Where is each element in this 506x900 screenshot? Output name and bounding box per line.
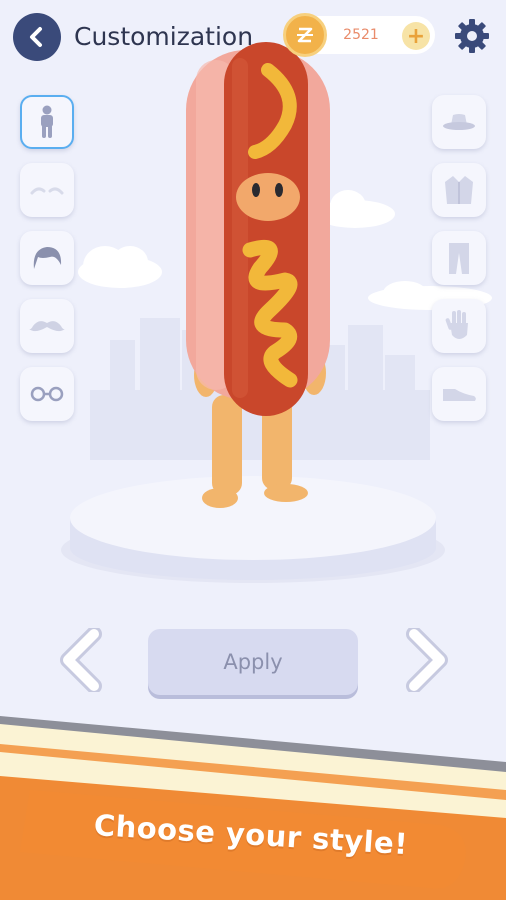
slot-hat[interactable] bbox=[432, 95, 486, 149]
next-style-button[interactable] bbox=[400, 626, 450, 694]
back-button[interactable] bbox=[13, 13, 61, 61]
slot-glasses[interactable] bbox=[20, 367, 74, 421]
prev-style-button[interactable] bbox=[58, 626, 108, 694]
chevron-left-icon bbox=[30, 27, 42, 47]
slot-hair[interactable] bbox=[20, 231, 74, 285]
page-title: Customization bbox=[74, 22, 254, 51]
face bbox=[236, 173, 300, 221]
coin-icon bbox=[283, 13, 327, 57]
slot-mustache[interactable] bbox=[20, 299, 74, 353]
apply-button[interactable]: Apply bbox=[148, 629, 358, 695]
pants-icon bbox=[449, 243, 469, 274]
chevron-left-icon bbox=[60, 626, 102, 694]
shoe-icon bbox=[443, 389, 476, 401]
mustache-icon bbox=[29, 321, 65, 332]
glove-icon bbox=[445, 310, 468, 339]
game-scene: Customization 2521 + Apply Choose your s… bbox=[0, 0, 506, 900]
hot-dog-character bbox=[186, 42, 330, 508]
settings-button[interactable] bbox=[452, 16, 492, 56]
slot-body[interactable] bbox=[20, 95, 74, 149]
slot-jacket[interactable] bbox=[432, 163, 486, 217]
slot-shoes[interactable] bbox=[432, 367, 486, 421]
coin-count: 2521 bbox=[343, 27, 379, 43]
header: Customization 2521 + bbox=[0, 0, 506, 75]
hair-icon bbox=[33, 247, 62, 269]
chevron-right-icon bbox=[406, 626, 448, 694]
slot-pants[interactable] bbox=[432, 231, 486, 285]
jacket-icon bbox=[445, 176, 473, 204]
person-icon bbox=[41, 105, 53, 138]
slot-gloves[interactable] bbox=[432, 299, 486, 353]
hat-icon bbox=[443, 114, 475, 130]
slot-eyebrows[interactable] bbox=[20, 163, 74, 217]
add-coins-button[interactable]: + bbox=[402, 22, 430, 50]
gear-icon bbox=[455, 19, 489, 53]
eyebrows-icon bbox=[30, 187, 64, 195]
glasses-icon bbox=[30, 386, 64, 402]
